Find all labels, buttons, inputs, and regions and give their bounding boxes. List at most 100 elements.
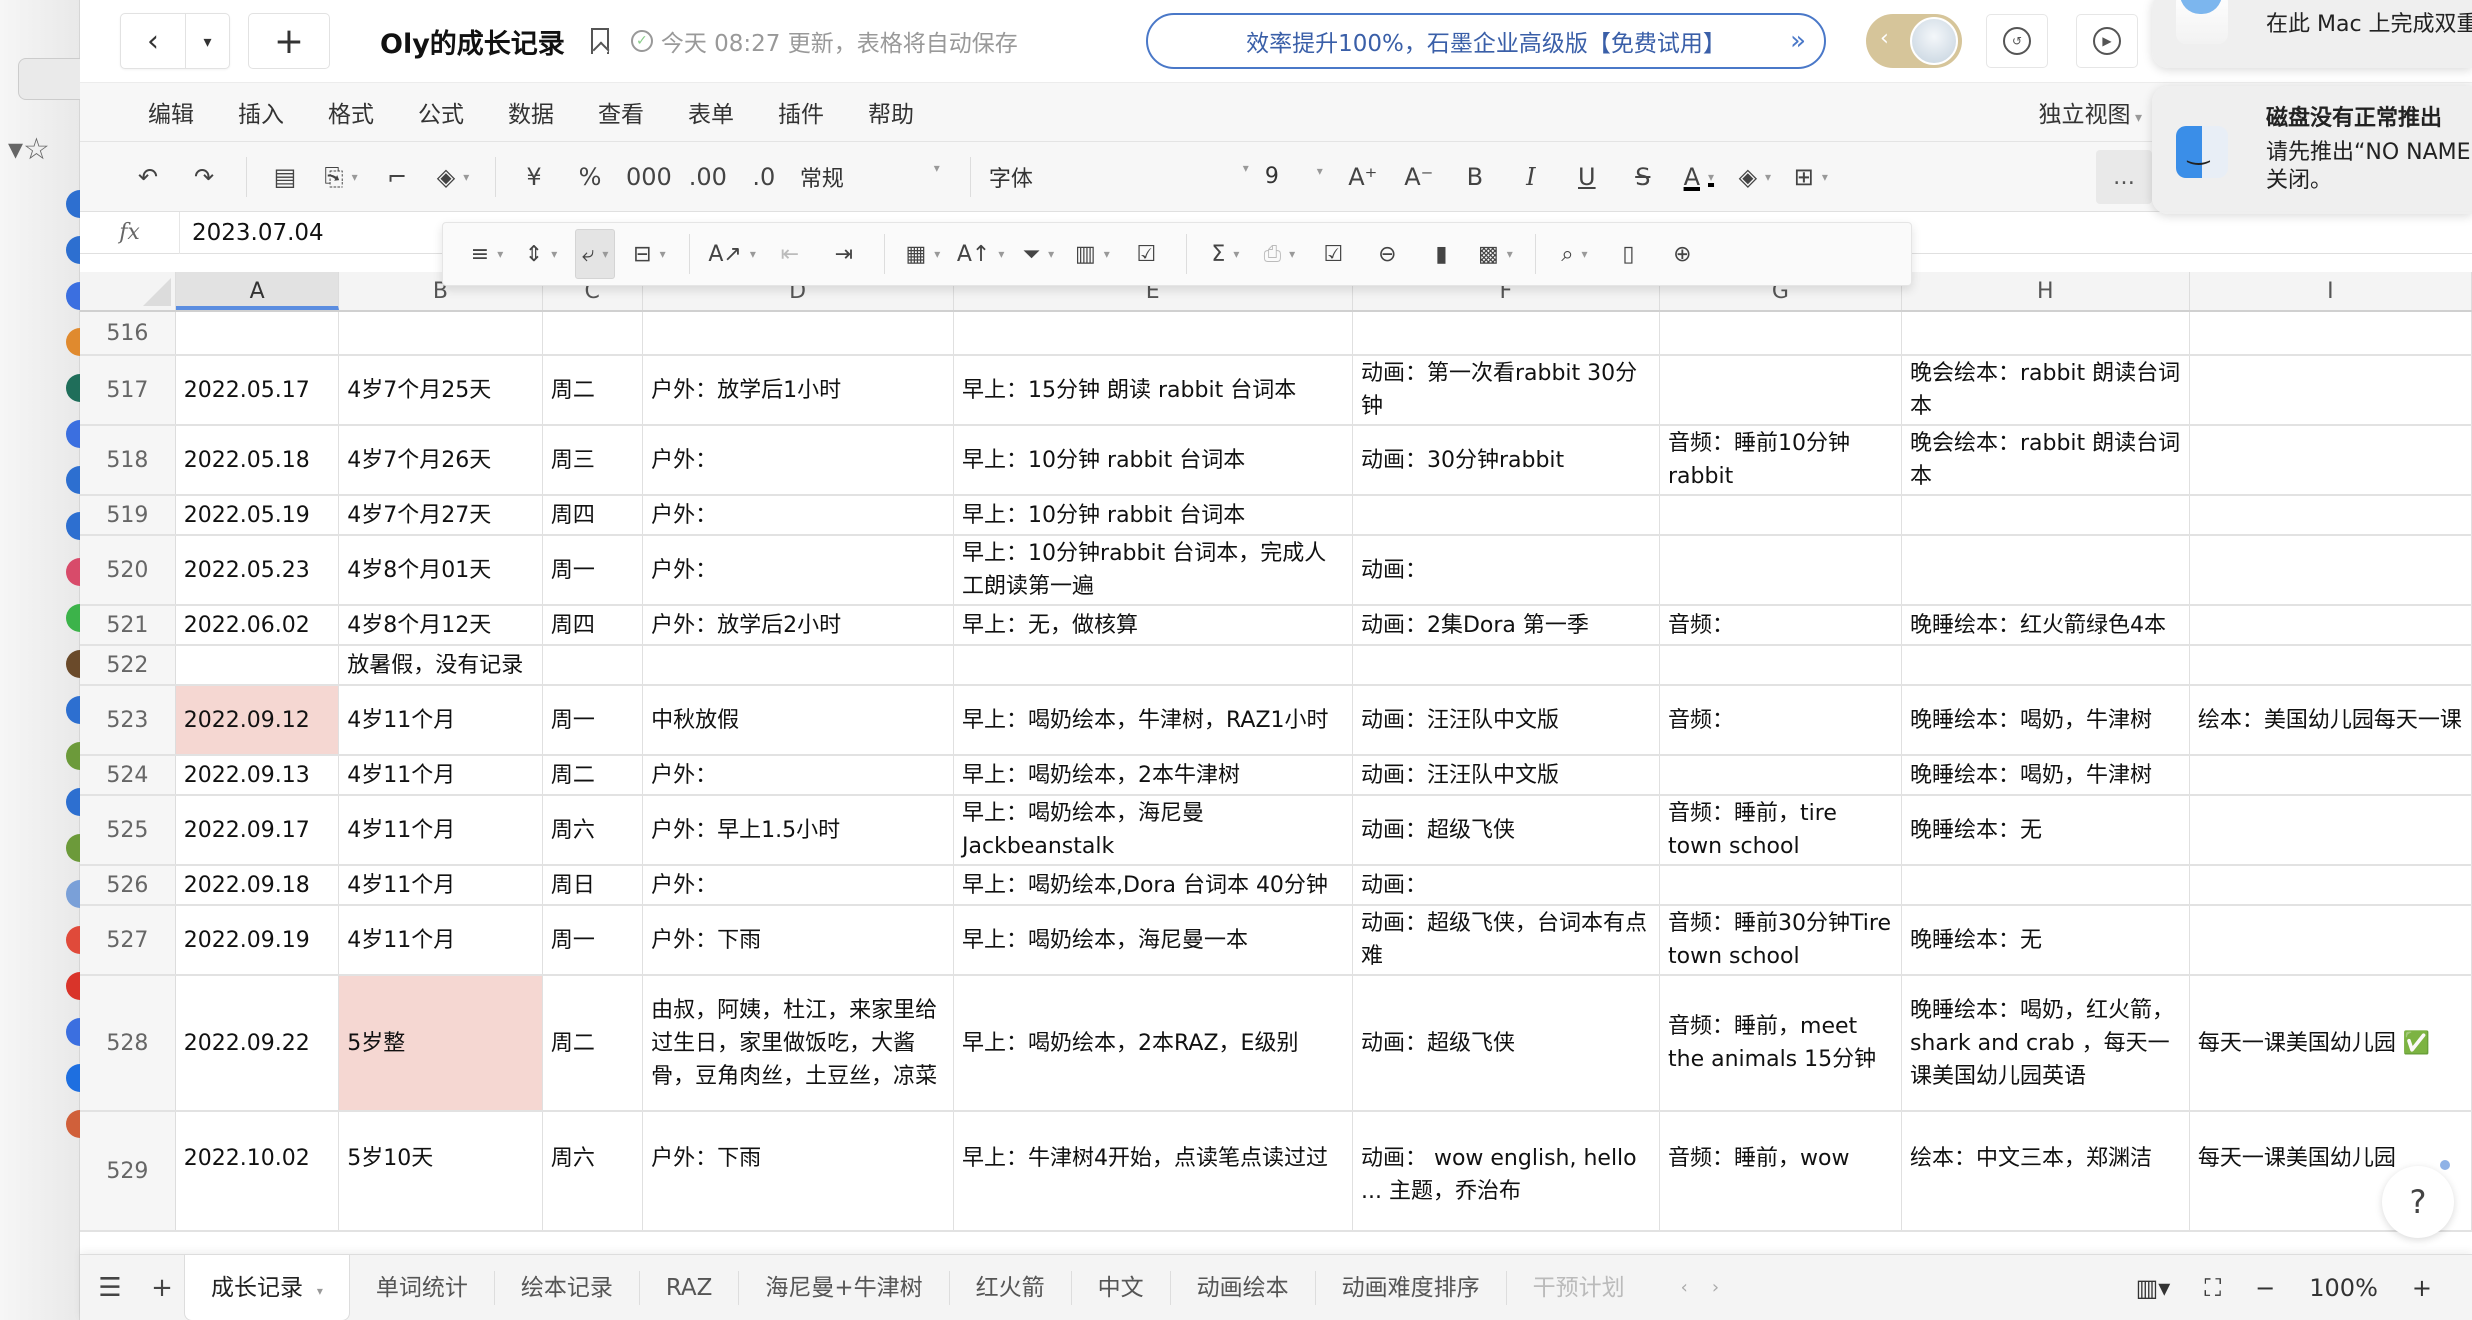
- decrease-decimal-button[interactable]: .0: [744, 157, 784, 197]
- cell-g[interactable]: [1660, 866, 1902, 904]
- document-title[interactable]: Oly的成长记录: [380, 22, 565, 61]
- cell-h[interactable]: [1902, 312, 2190, 354]
- find-icon[interactable]: ⌕: [1554, 234, 1594, 274]
- cell-f[interactable]: 动画：超级飞侠，台词本有点难: [1353, 906, 1661, 974]
- cell-i[interactable]: [2190, 646, 2472, 684]
- cell-c[interactable]: 周四: [543, 496, 644, 534]
- menu-help[interactable]: 帮助: [868, 95, 914, 129]
- cell-g[interactable]: 音频：睡前10分钟 rabbit: [1660, 426, 1902, 494]
- cell-d[interactable]: 户外：早上1.5小时: [643, 796, 955, 864]
- view-mode-dropdown[interactable]: 独立视图: [2039, 95, 2142, 129]
- text-rotation-icon[interactable]: A↗: [708, 234, 756, 274]
- favorite-site-icon[interactable]: [66, 558, 80, 586]
- cell-b[interactable]: 4岁11个月: [339, 796, 543, 864]
- cell-c[interactable]: [543, 646, 644, 684]
- favorite-site-icon[interactable]: [66, 880, 80, 908]
- cell-e[interactable]: 早上：喝奶绘本，2本牛津树: [954, 756, 1353, 794]
- cell-a[interactable]: 2022.09.19: [176, 906, 340, 974]
- sheet-tab-growth-record[interactable]: 成长记录: [184, 1254, 350, 1320]
- notification-disk-eject[interactable]: 磁盘没有正常推出 请先推出“NO NAME” 关闭。: [2152, 86, 2472, 214]
- text-wrap-icon[interactable]: ⤶: [575, 229, 616, 279]
- favorite-site-icon[interactable]: [66, 742, 80, 770]
- cell-h[interactable]: 晚睡绘本：喝奶，牛津树: [1902, 686, 2190, 754]
- decrease-indent-icon[interactable]: ⇤: [770, 234, 810, 274]
- cell-g[interactable]: [1660, 646, 1902, 684]
- cell-b[interactable]: 4岁7个月26天: [339, 426, 543, 494]
- cell-h[interactable]: 绘本：中文三本，郑渊洁: [1902, 1112, 2190, 1230]
- cell-g[interactable]: [1660, 536, 1902, 604]
- conditional-format-icon[interactable]: ▦: [903, 234, 943, 274]
- cell-f[interactable]: 动画：30分钟rabbit: [1353, 426, 1661, 494]
- cell-a[interactable]: 2022.06.02: [176, 606, 340, 644]
- column-header-a[interactable]: A: [176, 272, 340, 310]
- cell-g[interactable]: [1660, 756, 1902, 794]
- cell-h[interactable]: [1902, 866, 2190, 904]
- layout-toggle-icon[interactable]: ▥▾: [2136, 1274, 2171, 1302]
- promo-banner-button[interactable]: 效率提升100%，石墨企业高级版【免费试用】 »: [1146, 13, 1826, 69]
- print-icon[interactable]: ▤: [265, 157, 305, 197]
- cell-c[interactable]: [543, 312, 644, 354]
- cell-c[interactable]: 周六: [543, 796, 644, 864]
- zoom-in-button[interactable]: +: [2412, 1274, 2432, 1302]
- notification-two-factor[interactable]: 在此 Mac 上完成双重认证: [2152, 0, 2472, 68]
- row-number[interactable]: 522: [80, 646, 176, 684]
- cell-h[interactable]: [1902, 496, 2190, 534]
- favorite-site-icon[interactable]: [66, 926, 80, 954]
- cell-i[interactable]: 每天一课美国幼儿园 ✅: [2190, 976, 2472, 1110]
- cell-e[interactable]: 早上：牛津树4开始，点读笔点读过过: [954, 1112, 1353, 1230]
- cell-i[interactable]: [2190, 606, 2472, 644]
- horizontal-align-icon[interactable]: ≡: [467, 234, 507, 274]
- cell-c[interactable]: 周二: [543, 756, 644, 794]
- menu-plugins[interactable]: 插件: [778, 95, 824, 129]
- cell-g[interactable]: [1660, 312, 1902, 354]
- clear-format-icon[interactable]: ◈: [433, 157, 473, 197]
- back-button[interactable]: ‹: [121, 14, 185, 68]
- cell-i[interactable]: [2190, 426, 2472, 494]
- cell-f[interactable]: [1353, 312, 1661, 354]
- cell-h[interactable]: 晚睡绘本：无: [1902, 906, 2190, 974]
- cell-i[interactable]: [2190, 536, 2472, 604]
- menu-insert[interactable]: 插入: [238, 95, 284, 129]
- row-number[interactable]: 526: [80, 866, 176, 904]
- cell-g[interactable]: 音频：睡前，meet the animals 15分钟: [1660, 976, 1902, 1110]
- cell-f[interactable]: [1353, 496, 1661, 534]
- row-number[interactable]: 518: [80, 426, 176, 494]
- cell-a[interactable]: 2022.05.17: [176, 356, 340, 424]
- cell-d[interactable]: 户外：: [643, 496, 955, 534]
- cell-e[interactable]: [954, 312, 1353, 354]
- freeze-icon[interactable]: ▥: [1072, 234, 1112, 274]
- cell-f[interactable]: 动画：2集Dora 第一季: [1353, 606, 1661, 644]
- cell-d[interactable]: 户外：放学后2小时: [643, 606, 955, 644]
- currency-button[interactable]: ¥: [514, 157, 554, 197]
- cell-h[interactable]: 晚会绘本：rabbit 朗读台词本: [1902, 356, 2190, 424]
- cell-e[interactable]: 早上：10分钟 rabbit 台词本: [954, 426, 1353, 494]
- cell-e[interactable]: 早上：15分钟 朗读 rabbit 台词本: [954, 356, 1353, 424]
- favorite-site-icon[interactable]: [66, 466, 80, 494]
- cell-a[interactable]: 2022.10.02: [176, 1112, 340, 1230]
- sheet-tab-animation-books[interactable]: 动画绘本: [1171, 1270, 1316, 1305]
- vertical-align-icon[interactable]: ⇕: [521, 234, 561, 274]
- cell-a[interactable]: 2022.05.19: [176, 496, 340, 534]
- sheet-tab-intervention-plan[interactable]: 干预计划: [1507, 1271, 1651, 1305]
- cell-b[interactable]: 放暑假，没有记录: [339, 646, 543, 684]
- fullscreen-icon[interactable]: ⛶: [2204, 1274, 2221, 1302]
- cell-e[interactable]: [954, 646, 1353, 684]
- cell-a[interactable]: 2022.05.23: [176, 536, 340, 604]
- more-options-button[interactable]: …: [2096, 150, 2152, 204]
- cell-d[interactable]: [643, 312, 955, 354]
- favorite-site-icon[interactable]: [66, 236, 80, 264]
- cell-i[interactable]: [2190, 312, 2472, 354]
- cell-g[interactable]: 音频：睡前，tire town school: [1660, 796, 1902, 864]
- cell-e[interactable]: 早上：10分钟 rabbit 台词本: [954, 496, 1353, 534]
- cell-b[interactable]: 4岁8个月12天: [339, 606, 543, 644]
- sheet-tab-red-rocket[interactable]: 红火箭: [950, 1270, 1072, 1305]
- checkbox-icon[interactable]: ☑: [1313, 234, 1353, 274]
- cell-f[interactable]: 动画： wow english, hello ... 主题，乔治布: [1353, 1112, 1661, 1230]
- sheet-tab-picture-books[interactable]: 绘本记录: [495, 1270, 640, 1305]
- column-header-i[interactable]: I: [2190, 272, 2472, 310]
- favorite-site-icon[interactable]: [66, 512, 80, 540]
- save-icon[interactable]: ▯: [1608, 234, 1648, 274]
- cell-d[interactable]: 户外：下雨: [643, 906, 955, 974]
- sheet-tab-heinemann-oxford[interactable]: 海尼曼+牛津树: [739, 1270, 950, 1305]
- menu-view[interactable]: 查看: [598, 95, 644, 129]
